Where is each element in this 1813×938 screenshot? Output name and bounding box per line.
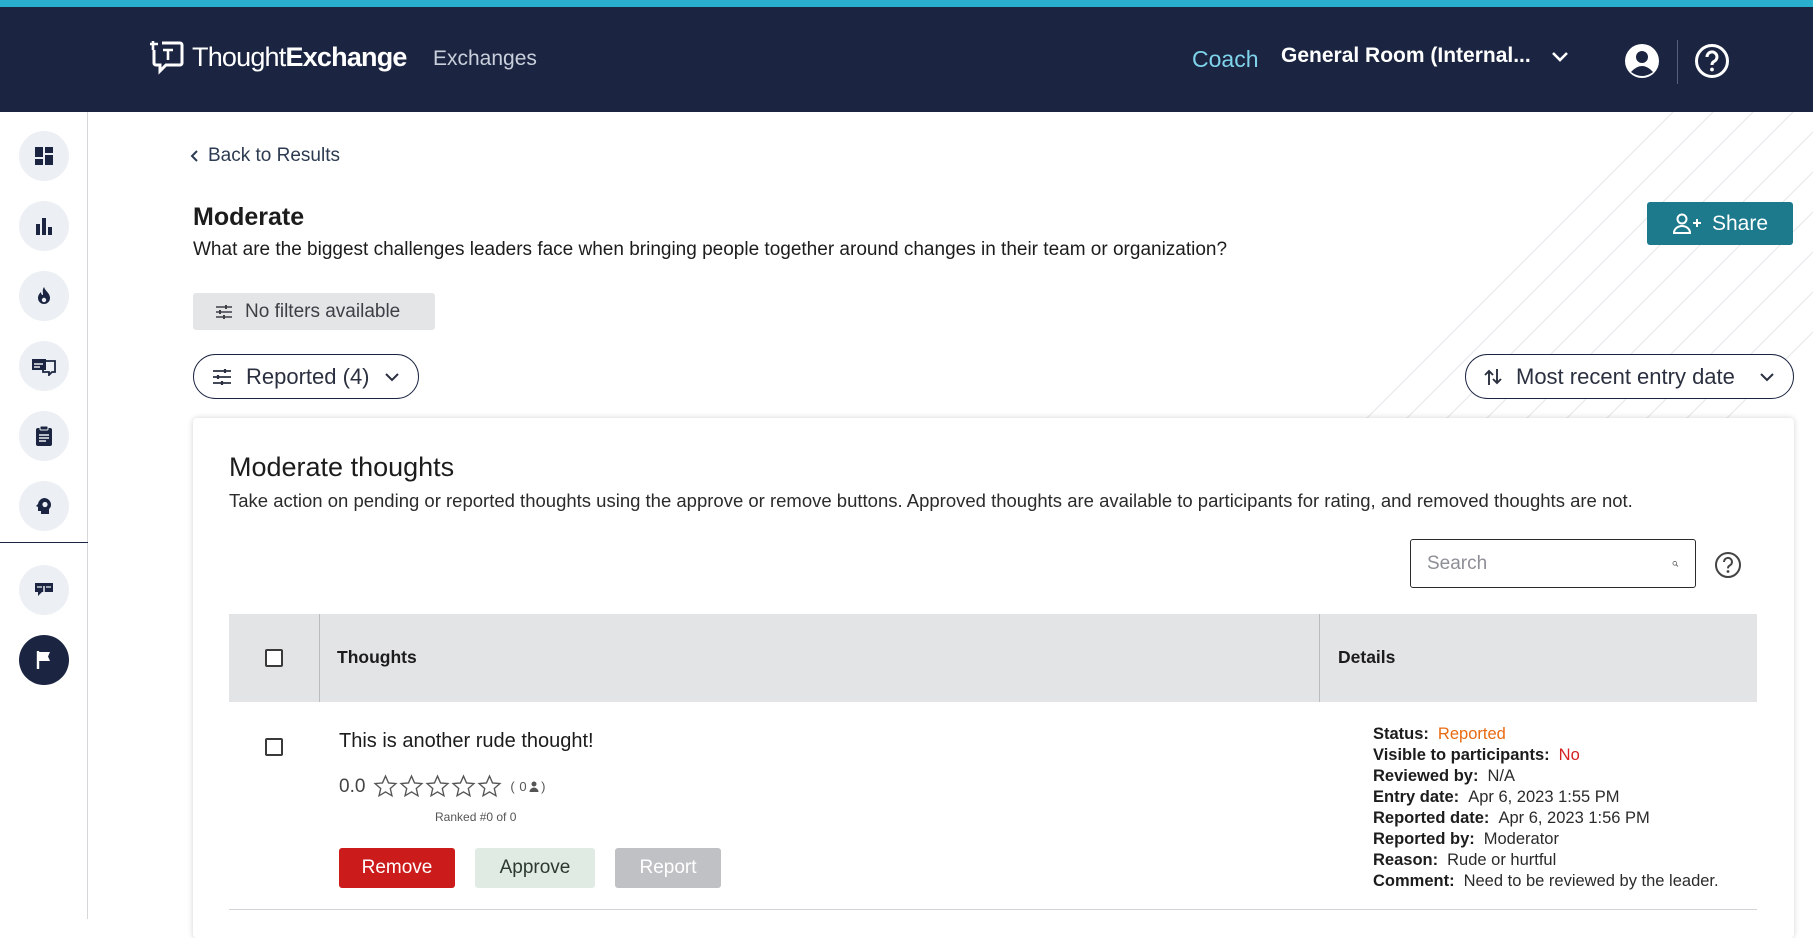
- sidebar-item-hot-topics[interactable]: [19, 271, 69, 321]
- room-selector[interactable]: General Room (Internal...: [1281, 44, 1571, 68]
- back-link-label: Back to Results: [208, 145, 340, 166]
- no-filters-label: No filters available: [245, 300, 401, 322]
- logo-text-thought: Thought: [192, 41, 286, 72]
- status-badge: Reported: [1437, 725, 1506, 743]
- detail-reported-date: Reported date: Apr 6, 2023 1:56 PM: [1373, 809, 1650, 827]
- dashboard-icon: [35, 147, 53, 165]
- table-row: This is another rude thought! 0.0 ( 0 ) …: [229, 702, 1757, 910]
- search-field[interactable]: [1410, 539, 1696, 588]
- details-column-label: Details: [1338, 647, 1396, 667]
- user-account-icon[interactable]: [1624, 43, 1660, 79]
- exchange-question: What are the biggest challenges leaders …: [193, 239, 1228, 260]
- star-empty-icon: [451, 774, 476, 798]
- sidebar-item-chat-board[interactable]: [19, 341, 69, 391]
- remove-button[interactable]: Remove: [339, 848, 455, 888]
- discussion-icon: [35, 583, 53, 596]
- sidebar-item-discussion[interactable]: [19, 565, 69, 615]
- vote-count: ( 0 ): [510, 779, 546, 794]
- nav-coach-link[interactable]: Coach: [1192, 46, 1258, 73]
- sidebar-item-summary[interactable]: [19, 411, 69, 461]
- search-input[interactable]: [1427, 552, 1672, 575]
- row-checkbox[interactable]: [265, 738, 283, 756]
- logo-mark-icon: [150, 39, 184, 75]
- star-empty-icon: [477, 774, 502, 798]
- bar-chart-icon: [36, 218, 52, 235]
- nav-exchanges-link[interactable]: Exchanges: [433, 47, 537, 71]
- header-divider: [1677, 40, 1678, 84]
- detail-reported-by: Reported by: Moderator: [1373, 830, 1559, 848]
- rank-text: Ranked #0 of 0: [435, 810, 517, 824]
- room-name: General Room (Internal...: [1281, 44, 1531, 67]
- thoughtexchange-logo[interactable]: ThoughtExchange: [150, 37, 407, 77]
- thought-rating: 0.0 ( 0 ): [339, 774, 546, 799]
- chat-board-icon: [32, 359, 56, 376]
- help-icon[interactable]: [1694, 43, 1730, 79]
- top-accent-stripe: [0, 0, 1813, 7]
- select-all-checkbox[interactable]: [265, 649, 283, 667]
- card-description: Take action on pending or reported thoug…: [229, 490, 1633, 511]
- no-filters-chip: No filters available: [193, 293, 435, 330]
- share-button-label: Share: [1711, 211, 1769, 235]
- sort-label: Most recent entry date: [1516, 363, 1735, 389]
- flag-icon: [36, 651, 50, 669]
- detail-entry-date: Entry date: Apr 6, 2023 1:55 PM: [1373, 788, 1620, 806]
- chevron-left-icon: [190, 150, 198, 162]
- clipboard-icon: [36, 425, 52, 446]
- detail-visible: Visible to participants: No: [1373, 746, 1580, 764]
- sidebar-item-results[interactable]: [19, 201, 69, 251]
- sidebar-item-moderate[interactable]: [19, 635, 69, 685]
- logo-text-exchange: Exchange: [285, 41, 407, 72]
- share-button[interactable]: Share: [1647, 202, 1793, 245]
- thoughts-column-header: Thoughts: [320, 614, 1320, 702]
- reported-filter-label: Reported (4): [246, 363, 370, 389]
- chevron-down-icon: [1551, 52, 1568, 62]
- vote-count-value: ( 0: [510, 779, 528, 794]
- sort-arrows-icon: [1484, 368, 1502, 385]
- chevron-down-icon: [384, 372, 399, 381]
- vote-count-close: ): [541, 779, 546, 794]
- chevron-down-icon: [1760, 372, 1774, 381]
- thought-text: This is another rude thought!: [339, 730, 594, 752]
- fire-icon: [38, 287, 50, 304]
- card-title: Moderate thoughts: [229, 452, 455, 482]
- thought-details: Status: Reported Visible to participants:…: [1373, 724, 1719, 892]
- rating-value: 0.0: [339, 775, 366, 797]
- table-header: Thoughts Details: [229, 614, 1757, 702]
- page-title: Moderate: [193, 203, 305, 231]
- reported-filter-dropdown[interactable]: Reported (4): [193, 354, 419, 399]
- left-sidebar: [0, 112, 88, 919]
- help-icon[interactable]: [1714, 551, 1742, 579]
- top-navigation-bar: ThoughtExchange Exchanges Coach General …: [0, 7, 1813, 112]
- sidebar-item-dashboard[interactable]: [19, 131, 69, 181]
- star-rating: [373, 774, 502, 799]
- detail-comment: Comment: Need to be reviewed by the leade…: [1373, 872, 1719, 890]
- detail-status: Status: Reported: [1373, 725, 1506, 743]
- search-icon[interactable]: [1672, 554, 1679, 574]
- sidebar-item-insights[interactable]: [19, 481, 69, 531]
- approve-button[interactable]: Approve: [475, 848, 595, 888]
- report-button[interactable]: Report: [615, 848, 721, 888]
- add-person-icon: [1672, 213, 1701, 234]
- sliders-icon: [216, 304, 232, 319]
- thoughts-column-label: Thoughts: [337, 647, 417, 667]
- header-checkbox-cell: [229, 614, 320, 702]
- person-icon: [529, 781, 539, 792]
- detail-reason: Reason: Rude or hurtful: [1373, 851, 1557, 869]
- star-empty-icon: [399, 774, 424, 798]
- detail-reviewed-by: Reviewed by: N/A: [1373, 767, 1515, 785]
- sliders-icon: [213, 368, 231, 385]
- brain-head-icon: [36, 498, 51, 514]
- moderate-thoughts-card: Moderate thoughts Take action on pending…: [193, 418, 1794, 938]
- sort-dropdown[interactable]: Most recent entry date: [1465, 354, 1794, 399]
- sidebar-divider: [0, 542, 88, 543]
- back-to-results-link[interactable]: Back to Results: [190, 145, 340, 167]
- star-empty-icon: [373, 774, 398, 798]
- star-empty-icon: [425, 774, 450, 798]
